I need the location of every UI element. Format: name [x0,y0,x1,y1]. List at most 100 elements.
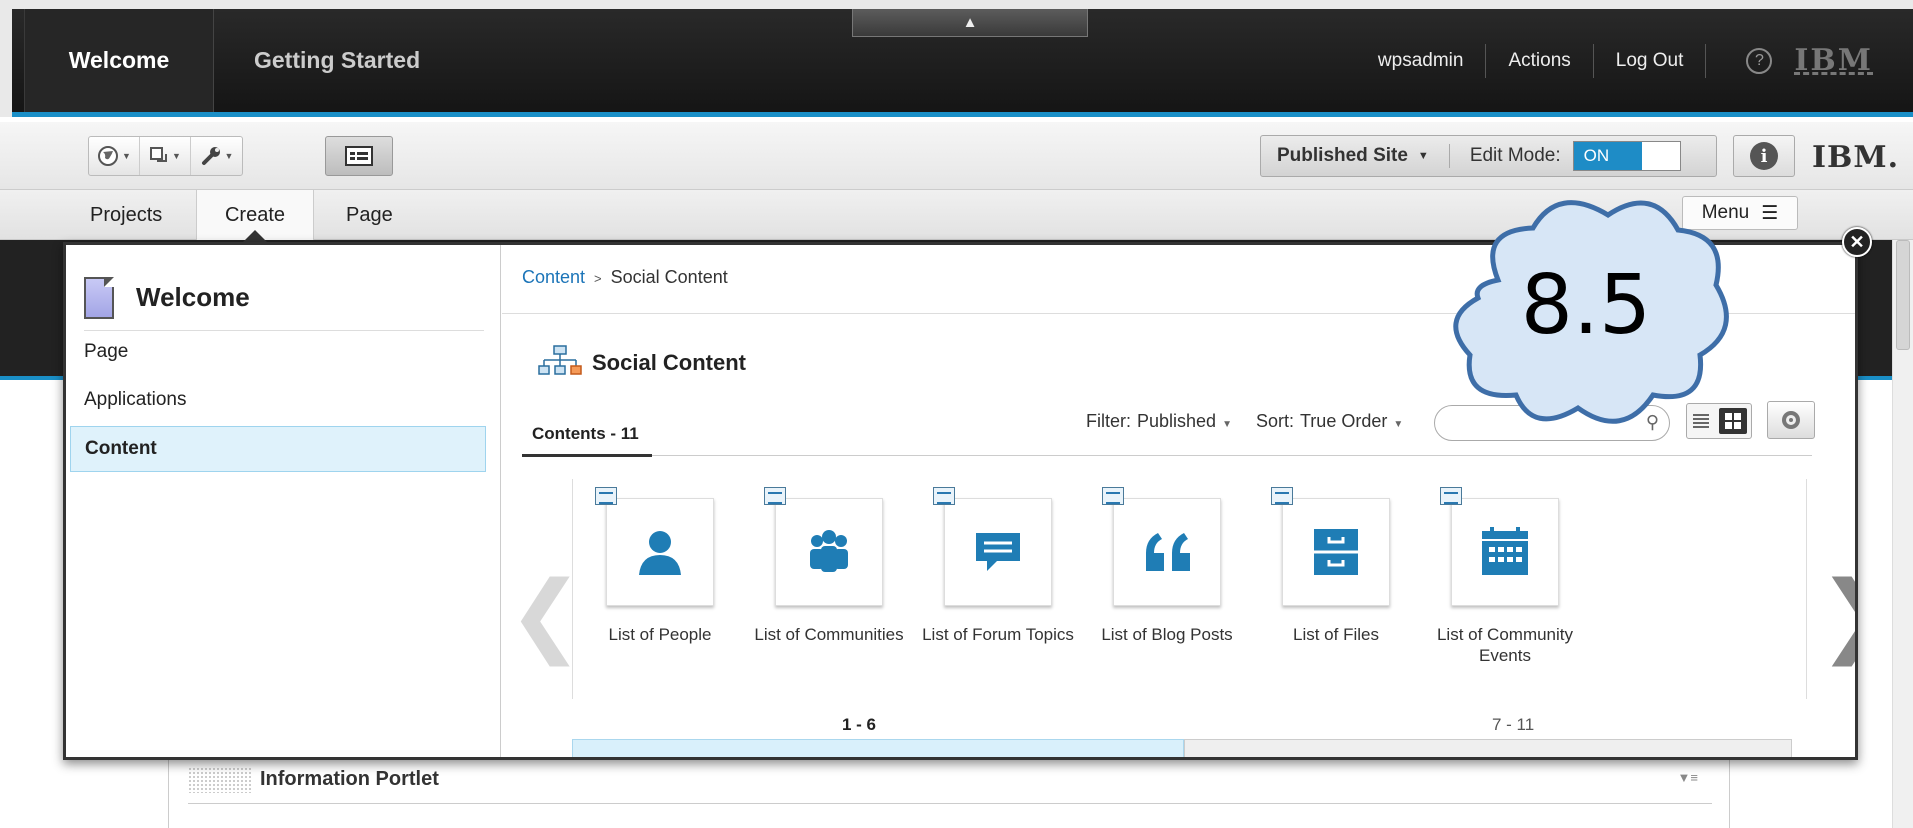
left-item-content[interactable]: Content [70,426,486,472]
portlet-badge-icon [1102,487,1124,505]
edit-mode-toggle[interactable]: ON [1572,141,1681,171]
site-mode-group: Published Site ▼ Edit Mode: ON [1260,135,1717,177]
page-indicator-current[interactable] [572,739,1184,757]
filter-dropdown[interactable]: Published ▼ [1137,411,1232,432]
item-label: List of Communities [754,625,904,644]
breadcrumb-separator: > [594,271,602,286]
edit-mode-label: Edit Mode: [1469,145,1561,166]
version-label: 8.5 [1520,258,1652,353]
caret-down-icon: ▼ [172,151,181,161]
file-cabinet-icon [1314,529,1358,575]
item-tile[interactable] [764,487,883,606]
edit-mode-value: ON [1573,142,1642,170]
window-frame-left [0,0,12,117]
item-tile[interactable] [1440,487,1559,606]
flyout-page-header: Welcome [84,265,484,331]
top-banner: Welcome Getting Started ▲ wpsadmin Actio… [0,0,1913,117]
username-link[interactable]: wpsadmin [1356,43,1487,78]
content-item-communities[interactable]: List of Communities [749,487,909,645]
item-tile[interactable] [1271,487,1390,606]
page-range-next[interactable]: 7 - 11 [1492,715,1534,735]
actions-link[interactable]: Actions [1486,43,1594,78]
tab-page[interactable]: Page [346,190,393,240]
content-item-community-events[interactable]: List of Community Events [1425,487,1585,666]
filter-value: Published [1137,411,1217,431]
logout-link[interactable]: Log Out [1594,43,1707,78]
quote-icon [1146,533,1190,571]
close-flyout-icon[interactable]: ✕ [1842,227,1872,257]
calendar-icon [1482,527,1528,575]
toolbar-button-group: ▼ ▼ ▼ [88,136,243,176]
drag-grip-icon[interactable] [188,766,252,793]
section-header: Social Content [538,345,746,381]
caret-down-icon: ▼ [122,151,131,161]
globe-icon [98,146,119,166]
hierarchy-icon [538,345,582,375]
scrollbar-thumb[interactable] [1896,240,1910,350]
globe-menu-button[interactable]: ▼ [89,137,140,175]
carousel-prev-icon[interactable]: ❮ [508,570,583,660]
flyout-page-title: Welcome [136,282,250,312]
page-copy-icon [150,147,168,162]
item-tile[interactable] [1102,487,1221,606]
portlet-badge-icon [1271,487,1293,505]
published-site-dropdown[interactable]: Published Site ▼ [1261,144,1450,168]
item-label: List of Blog Posts [1101,625,1233,644]
carousel-next-icon[interactable]: ❯ [1818,570,1855,660]
tools-menu-button[interactable]: ▼ [191,137,242,175]
tab-welcome[interactable]: Welcome [24,9,214,112]
tab-contents[interactable]: Contents - 11 [522,413,652,457]
page-menu-button[interactable]: ▼ [140,137,191,175]
site-map-button[interactable] [325,136,393,176]
tab-underline [522,455,1812,456]
collapse-toolbar-handle[interactable]: ▲ [852,9,1088,37]
filter-sort-bar: Filter: Published ▼ Sort: True Order ▼ [1086,411,1427,432]
portlet-menu-icon[interactable]: ▼≡ [1678,770,1698,785]
user-links: wpsadmin Actions Log Out ? IBM [1356,9,1873,112]
gear-icon [1782,411,1800,429]
filter-label: Filter: [1086,411,1131,431]
page-indicator-next[interactable] [1184,739,1792,757]
tab-getting-started[interactable]: Getting Started [254,9,420,112]
section-title: Social Content [592,350,747,375]
wrench-icon [201,147,220,165]
settings-button[interactable] [1767,401,1815,439]
portlet-title: Information Portlet [260,768,439,790]
breadcrumb-current: Social Content [610,267,728,287]
portlet-badge-icon [1440,487,1462,505]
left-item-page[interactable]: Page [70,329,486,375]
flyout-left-pane: Welcome Page Applications Content [66,245,501,757]
portlet-badge-icon [764,487,786,505]
content-item-forum-topics[interactable]: List of Forum Topics [918,487,1078,645]
tab-projects[interactable]: Projects [90,190,162,240]
caret-up-icon: ▲ [962,14,978,31]
sort-value: True Order [1299,411,1388,431]
forum-icon [976,533,1020,571]
caret-down-icon: ▼ [1222,419,1232,430]
ibm-logo: IBM. [1812,140,1900,175]
left-item-applications[interactable]: Applications [70,377,486,423]
content-item-files[interactable]: List of Files [1256,487,1416,645]
caret-down-icon: ▼ [224,151,234,161]
sort-dropdown[interactable]: True Order ▼ [1300,411,1403,432]
portlet-badge-icon [933,487,955,505]
item-label: List of Files [1293,625,1379,644]
hamburger-icon: ☰ [1761,202,1779,224]
page-range-current[interactable]: 1 - 6 [842,715,876,735]
content-item-people[interactable]: List of People [580,487,740,645]
item-tile[interactable] [595,487,714,606]
layout-icon [345,146,373,166]
info-button[interactable]: i [1733,135,1795,177]
ibm-logo-dark: IBM [1794,43,1873,78]
person-icon [639,531,681,575]
breadcrumb-content-link[interactable]: Content [522,267,585,287]
page-scrollbar[interactable] [1892,240,1913,828]
help-icon[interactable]: ? [1746,47,1773,74]
carousel-right-border [1806,479,1807,699]
item-tile[interactable] [933,487,1052,606]
item-label: List of People [608,625,712,644]
item-label: List of Forum Topics [922,625,1074,644]
content-item-blog-posts[interactable]: List of Blog Posts [1087,487,1247,645]
info-icon: i [1750,142,1778,170]
breadcrumb: Content > Social Content [522,267,728,288]
